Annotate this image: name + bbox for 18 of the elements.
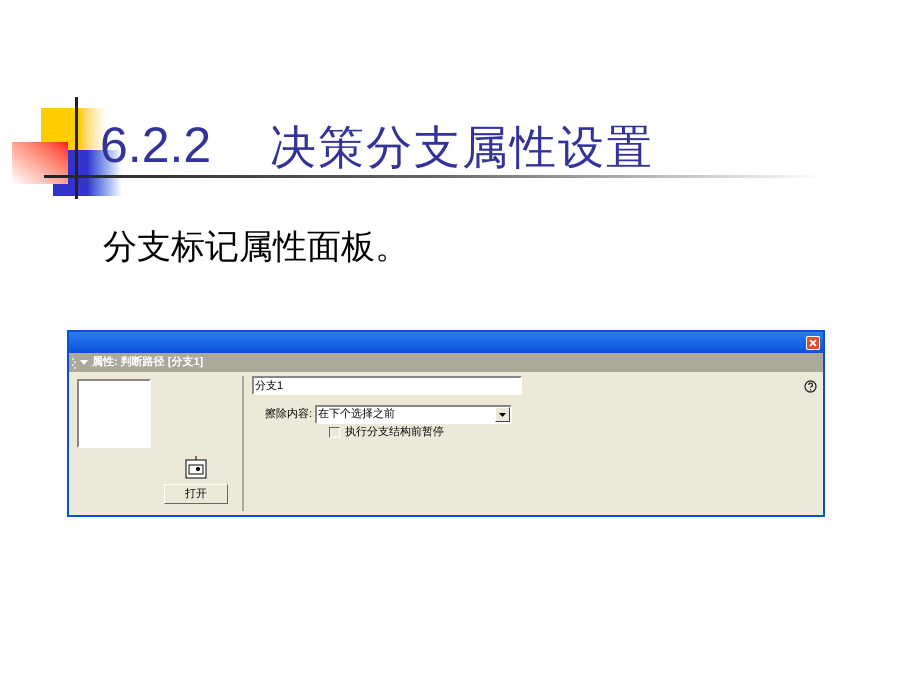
grip-icon xyxy=(72,356,76,368)
branch-icon xyxy=(184,456,208,480)
dropdown-value: 在下个选择之前 xyxy=(317,406,396,422)
panel-header: 属性: 判断路径 [分支1] xyxy=(92,354,204,370)
pause-checkbox-label: 执行分支结构前暂停 xyxy=(345,425,444,440)
open-button[interactable]: 打开 xyxy=(164,484,228,504)
section-number: 6.2.2 xyxy=(100,120,212,170)
help-icon[interactable] xyxy=(804,380,817,393)
slide-subtitle: 分支标记属性面板。 xyxy=(103,228,409,266)
caret-icon xyxy=(499,412,506,416)
slide-title: 决策分支属性设置 xyxy=(270,124,654,170)
erase-label: 擦除内容: xyxy=(265,406,312,422)
close-icon xyxy=(809,338,817,346)
branch-name-field[interactable]: 分支1 xyxy=(252,376,522,395)
dropdown-arrow-button[interactable] xyxy=(495,407,510,422)
pause-checkbox[interactable] xyxy=(329,426,340,438)
close-button[interactable] xyxy=(806,336,820,350)
erase-dropdown[interactable]: 在下个选择之前 xyxy=(315,405,512,424)
